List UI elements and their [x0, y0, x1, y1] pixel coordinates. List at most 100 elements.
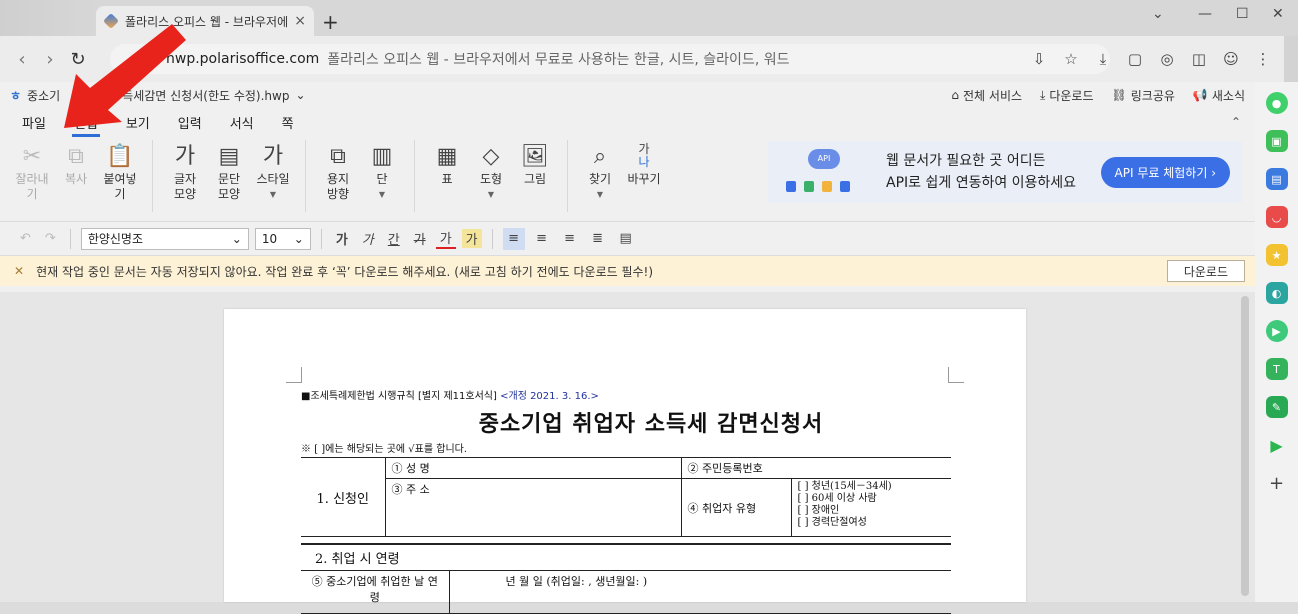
tab-format[interactable]: 서식	[230, 110, 254, 135]
column-button[interactable]: ▥ 단 ▼	[360, 140, 404, 212]
row5-value: 년 월 일 (취업일: , 생년월일: )	[448, 571, 951, 614]
extension-chat-icon[interactable]: ▣	[1265, 130, 1288, 152]
style-button[interactable]: 가 스타일 ▼	[251, 140, 295, 212]
document-canvas[interactable]: ■조세특례제한법 시행규칙 [별지 제11호서식] <개정 2021. 3. 1…	[0, 292, 1255, 614]
copy-button[interactable]: ⧉ 복사	[54, 140, 98, 212]
undo-icon[interactable]: ↶	[16, 231, 35, 246]
vertical-scrollbar[interactable]	[1241, 296, 1249, 596]
applicant-label: 1. 신청인	[301, 457, 386, 537]
italic-button[interactable]: 가	[358, 229, 378, 248]
app-header-links: ⌂ 전체 서비스 ⤓ 다운로드 ⛓ 링크공유 📢 새소식	[951, 87, 1245, 104]
extension-play-icon[interactable]: ▶	[1265, 320, 1288, 342]
download-icon: ⤓	[1040, 87, 1046, 102]
extension-talk-icon[interactable]: T	[1265, 358, 1288, 380]
extension-pocket-icon[interactable]: ◡	[1265, 206, 1288, 228]
extension-sidebar: ● ▣ ▤ ◡ ★ ◐ ▶ T ✎ ▶ +	[1255, 82, 1298, 602]
extension-note-icon[interactable]: ✎	[1265, 396, 1288, 418]
extension-app-icon[interactable]: ◐	[1265, 282, 1288, 304]
profile-icon[interactable]: ☺	[1220, 48, 1242, 70]
download-icon[interactable]: ⤓	[1092, 48, 1114, 70]
align-right-icon[interactable]: ≡	[559, 228, 581, 250]
browser-window: 폴라리스 오피스 웹 - 브라우저에 × + ⌄ — ☐ ✕ ‹ › ↻ hwp…	[0, 0, 1298, 614]
type-label: ④ 취업자 유형	[680, 478, 792, 537]
style-brush-icon: 가	[262, 143, 284, 169]
replace-icon: 가 나	[638, 140, 649, 172]
ribbon: ✂ 잘라내기 ⧉ 복사 📋 붙여넣기 가 글자 모양 ▤ 문단 모양 가 스타일 ▼ ⧉ 용지 방향 …	[0, 136, 1255, 222]
collapse-ribbon-icon[interactable]: ⌃	[1231, 115, 1241, 129]
application-form: ■조세특례제한법 시행규칙 [별지 제11호서식] <개정 2021. 3. 1…	[301, 387, 951, 614]
autosave-notice: ✕ 현재 작업 중인 문서는 자동 저장되지 않아요. 작업 완료 후 ‘꼭’ …	[0, 256, 1255, 286]
font-select[interactable]: 한양신명조 ⌄	[80, 227, 249, 250]
extension-video-icon[interactable]: ▶	[1266, 434, 1288, 456]
cloud-icon: API	[808, 149, 840, 169]
tab-page[interactable]: 쪽	[282, 110, 294, 135]
notice-download-button[interactable]: 다운로드	[1166, 260, 1245, 282]
all-services-link[interactable]: ⌂ 전체 서비스	[951, 87, 1022, 104]
download-link[interactable]: ⤓ 다운로드	[1040, 87, 1093, 104]
screenshot-icon[interactable]: ◎	[1156, 48, 1178, 70]
extension-calendar-icon[interactable]: ▤	[1265, 168, 1288, 190]
sidebar-icon[interactable]: ◫	[1188, 48, 1210, 70]
bookmark-star-icon[interactable]: ☆	[1060, 48, 1082, 70]
back-icon[interactable]: ‹	[8, 49, 36, 70]
camera-icon[interactable]: ▢	[1124, 48, 1146, 70]
para-shape-button[interactable]: ▤ 문단 모양	[207, 140, 251, 212]
font-color-button[interactable]: 가	[435, 228, 456, 249]
align-distribute-icon[interactable]: ▤	[615, 228, 637, 250]
shape-icon: ◇	[482, 143, 500, 169]
table-button[interactable]: ▦ 표	[425, 140, 469, 212]
close-window-icon[interactable]: ✕	[1272, 6, 1284, 22]
browser-toolbar-icons: ⇩ ☆ ⤓ ▢ ◎ ◫ ☺ ⋮	[1028, 36, 1284, 82]
megaphone-icon: 📢	[1192, 88, 1208, 102]
paste-button[interactable]: 📋 붙여넣기	[98, 140, 142, 212]
home-icon: ⌂	[951, 88, 960, 102]
rrn-label: ② 주민등록번호	[680, 457, 951, 479]
address-bar[interactable]: hwp.polarisoffice.com 폴라리스 오피스 웹 - 브라우저에…	[110, 44, 1110, 74]
highlight-button[interactable]: 가	[461, 229, 482, 248]
paragraph-icon: ▤	[218, 143, 240, 169]
bold-button[interactable]: 가	[332, 229, 352, 248]
replace-button[interactable]: 가 나 바꾸기	[622, 140, 666, 212]
format-toolbar: ↶ ↷ 한양신명조 ⌄ 10 ⌄ 가 가 간 가 가 가 ≡ ≡ ≡ ≣ ▤	[0, 222, 1255, 256]
redo-icon[interactable]: ↷	[41, 231, 60, 246]
font-size-select[interactable]: 10 ⌄	[254, 227, 311, 250]
find-button[interactable]: ⌕ 찾기 ▼	[578, 140, 622, 212]
api-banner[interactable]: API 웹 문서가 필요한 곳 어디든 API로 쉽게 연동하여 이용하세요 A…	[768, 141, 1242, 203]
form-note: ※ [ ]에는 해당되는 곳에 √표를 합니다.	[301, 444, 468, 455]
minimize-icon[interactable]: —	[1198, 6, 1212, 22]
underline-button[interactable]: 간	[384, 229, 404, 248]
maximize-icon[interactable]: ☐	[1236, 6, 1249, 22]
page-direction-icon: ⧉	[330, 143, 346, 169]
extension-star-icon[interactable]: ★	[1265, 244, 1288, 266]
close-tab-icon[interactable]: ×	[294, 13, 306, 29]
api-trial-button[interactable]: API 무료 체험하기 ›	[1100, 156, 1230, 188]
extension-circle-icon[interactable]: ●	[1265, 92, 1288, 114]
picture-icon: 🖼	[521, 143, 549, 169]
menu-icon[interactable]: ⋮	[1252, 48, 1274, 70]
new-tab-button[interactable]: +	[322, 12, 339, 32]
align-justify-icon[interactable]: ≣	[587, 228, 609, 250]
add-extension-icon[interactable]: +	[1266, 472, 1288, 494]
section-age: 2. 취업 시 연령	[301, 543, 951, 571]
law-reference: ■조세특례제한법 시행규칙 [별지 제11호서식] <개정 2021. 3. 1…	[301, 391, 599, 402]
document-page[interactable]: ■조세특례제한법 시행규칙 [별지 제11호서식] <개정 2021. 3. 1…	[224, 309, 1026, 614]
align-center-icon[interactable]: ≡	[531, 228, 553, 250]
page-direction-button[interactable]: ⧉ 용지 방향	[316, 140, 360, 212]
find-group: ⌕ 찾기 ▼ 가 나 바꾸기	[568, 140, 676, 212]
news-link[interactable]: 📢 새소식	[1193, 87, 1245, 104]
shape-button[interactable]: ◇ 도형 ▼	[469, 140, 513, 212]
page-title-hint: 폴라리스 오피스 웹 - 브라우저에서 무료로 사용하는 한글, 시트, 슬라이…	[327, 52, 790, 68]
char-shape-button[interactable]: 가 글자 모양	[163, 140, 207, 212]
dropdown-icon: ▼	[269, 190, 277, 199]
share-link[interactable]: ⛓ 링크공유	[1112, 87, 1175, 104]
tab-search-icon[interactable]: ⌄	[1152, 6, 1164, 22]
install-app-icon[interactable]: ⇩	[1028, 48, 1050, 70]
align-left-icon[interactable]: ≡	[502, 227, 525, 250]
magnifier-icon: ⌕	[593, 143, 607, 169]
cut-button[interactable]: ✂ 잘라내기	[10, 140, 54, 212]
address-label: ③ 주 소	[384, 478, 682, 537]
close-notice-icon[interactable]: ✕	[14, 264, 24, 278]
type-options: [ ] 청년(15세－34세) [ ] 60세 이상 사람 [ ] 장애인 [ …	[790, 478, 951, 537]
strikethrough-button[interactable]: 가	[410, 229, 430, 248]
picture-button[interactable]: 🖼 그림	[513, 140, 557, 212]
